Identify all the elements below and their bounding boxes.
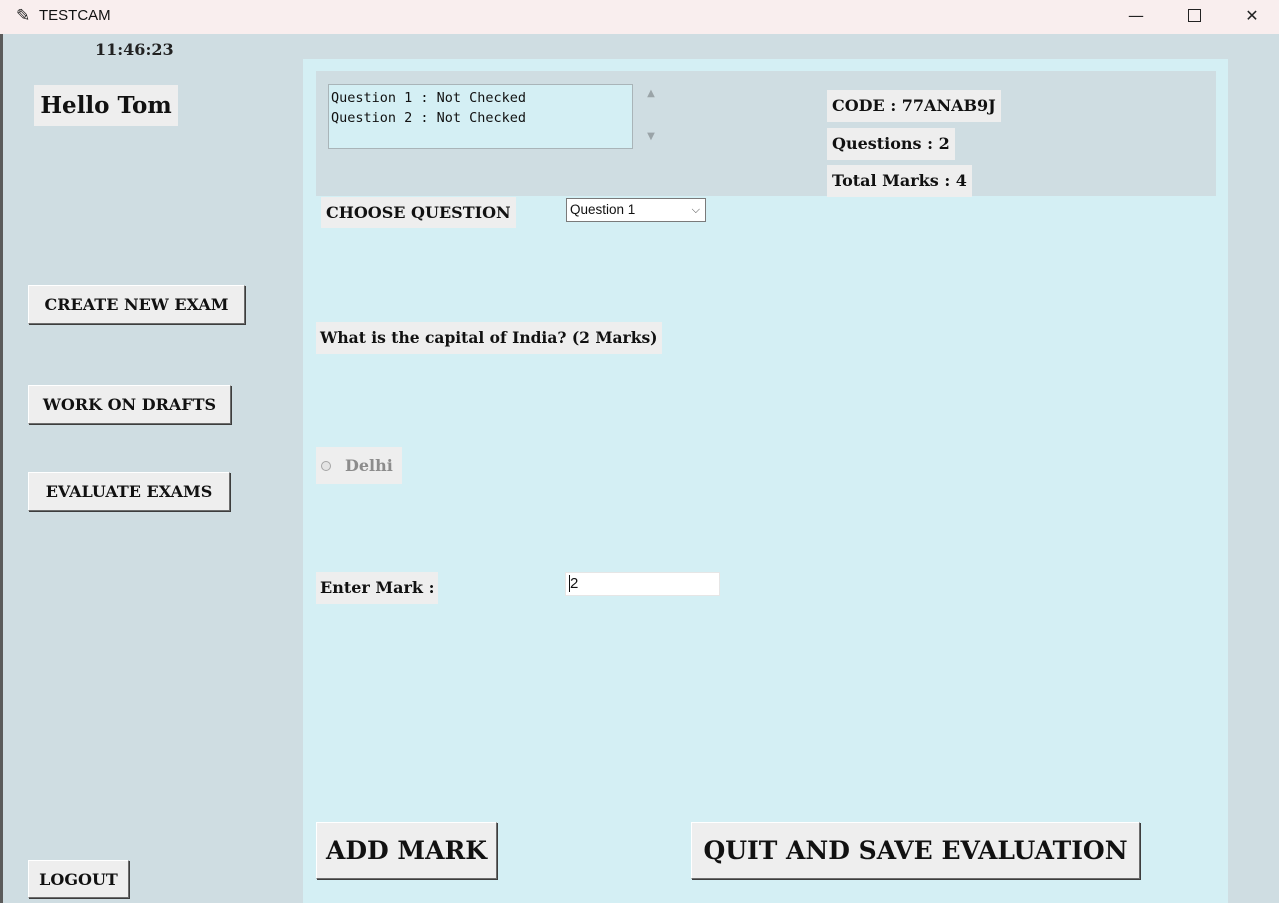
question-text: What is the capital of India? (2 Marks) (316, 322, 662, 354)
exam-code-label: CODE : 77ANAB9J (827, 90, 1001, 122)
title-bar (0, 0, 1279, 34)
minimize-button[interactable]: — (1107, 0, 1165, 34)
list-item[interactable]: Question 1 : Not Checked (331, 88, 630, 108)
window-title: TESTCAM (39, 7, 111, 24)
enter-mark-label: Enter Mark : (316, 572, 439, 604)
feather-icon: ✎ (16, 6, 31, 26)
question-select-value: Question 1 (570, 202, 636, 217)
clock: 11:46:23 (95, 40, 174, 59)
evaluate-exams-button[interactable]: EVALUATE EXAMS (28, 472, 230, 511)
greeting-label: Hello Tom (34, 85, 178, 126)
scroll-down-icon[interactable]: ▼ (641, 129, 661, 145)
quit-and-save-button[interactable]: QUIT AND SAVE EVALUATION (691, 822, 1140, 879)
close-button[interactable]: ✕ (1223, 0, 1279, 34)
maximize-icon (1187, 8, 1201, 22)
window-edge (0, 34, 3, 903)
chevron-down-icon: ⌵ (691, 203, 700, 216)
answer-option-label: Delhi (345, 456, 393, 475)
work-on-drafts-button[interactable]: WORK ON DRAFTS (28, 385, 231, 424)
mark-input-value: 2 (569, 575, 579, 592)
question-status-list[interactable]: Question 1 : Not Checked Question 2 : No… (328, 84, 633, 149)
mark-input[interactable]: 2 (565, 572, 720, 596)
scroll-up-icon[interactable]: ▲ (641, 86, 661, 102)
question-count-label: Questions : 2 (827, 128, 955, 160)
add-mark-button[interactable]: ADD MARK (316, 822, 497, 879)
answer-option-radio[interactable]: Delhi (316, 447, 402, 484)
total-marks-label: Total Marks : 4 (827, 165, 972, 197)
create-new-exam-button[interactable]: CREATE NEW EXAM (28, 285, 245, 324)
question-select[interactable]: Question 1 ⌵ (566, 198, 706, 222)
choose-question-label: CHOOSE QUESTION (321, 197, 516, 228)
maximize-button[interactable] (1165, 0, 1223, 34)
list-item[interactable]: Question 2 : Not Checked (331, 108, 630, 128)
radio-icon[interactable] (321, 460, 331, 471)
logout-button[interactable]: LOGOUT (28, 860, 129, 898)
